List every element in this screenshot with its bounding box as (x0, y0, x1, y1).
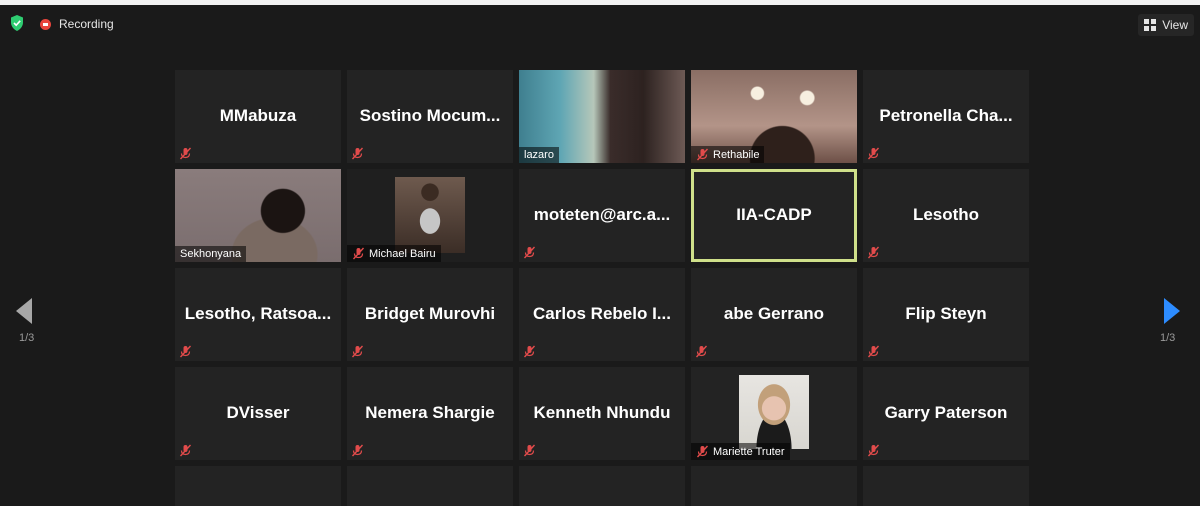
participant-tile[interactable]: MMabuza (175, 70, 341, 163)
participant-tile-partial[interactable] (175, 466, 341, 506)
participant-name: Nemera Shargie (365, 403, 495, 422)
participant-tile[interactable]: Sostino Mocum... (347, 70, 513, 163)
participant-name: Kenneth Nhundu (533, 403, 671, 422)
mic-muted-icon (867, 444, 880, 457)
chevron-left-icon (16, 298, 32, 324)
participant-name: moteten@arc.a... (533, 205, 671, 224)
view-label: View (1162, 18, 1188, 32)
mic-muted-icon (523, 345, 536, 358)
participant-name: Flip Steyn (905, 304, 987, 323)
participant-tile[interactable]: abe Gerrano (691, 268, 857, 361)
participant-tile-partial[interactable] (691, 466, 857, 506)
mic-muted-icon (351, 147, 364, 160)
participant-name: Mariette Truter (713, 445, 785, 458)
participant-video-tile[interactable]: lazaro (519, 70, 685, 163)
participant-name-tag: Rethabile (691, 146, 765, 163)
mic-muted-icon (696, 445, 709, 458)
mic-muted-icon (351, 444, 364, 457)
mic-muted-icon (179, 444, 192, 457)
participant-video-tile[interactable]: Mariette Truter (691, 367, 857, 460)
next-page-button[interactable]: 1/3 (1160, 298, 1190, 358)
participant-name: lazaro (524, 149, 554, 161)
participant-tile[interactable]: Kenneth Nhundu (519, 367, 685, 460)
meeting-topbar: Recording View (0, 5, 1200, 39)
participant-video-tile[interactable]: Michael Bairu (347, 169, 513, 262)
mic-muted-icon (352, 247, 365, 260)
mic-muted-icon (867, 147, 880, 160)
participant-video-tile[interactable]: Sekhonyana (175, 169, 341, 262)
participant-name: IIA-CADP (736, 205, 812, 224)
participant-tile[interactable]: DVisser (175, 367, 341, 460)
recording-label: Recording (59, 17, 114, 31)
participant-tile[interactable]: Garry Paterson (863, 367, 1029, 460)
mic-muted-icon (523, 444, 536, 457)
participant-name-tag: Michael Bairu (347, 245, 441, 262)
participant-name: DVisser (226, 403, 290, 422)
participant-tile[interactable]: Lesotho, Ratsoa... (175, 268, 341, 361)
participant-name: Carlos Rebelo I... (533, 304, 671, 323)
participant-name: Michael Bairu (369, 247, 436, 260)
participant-name: Sostino Mocum... (359, 106, 501, 125)
video-frame (395, 177, 465, 253)
participant-name-tag: lazaro (519, 147, 559, 163)
shield-check-icon[interactable] (10, 15, 24, 31)
participant-name: Sekhonyana (180, 248, 242, 260)
mic-muted-icon (696, 148, 709, 161)
chevron-right-icon (1164, 298, 1180, 324)
participant-name: Garry Paterson (884, 403, 1008, 422)
participant-name: Lesotho (912, 205, 980, 224)
participant-tile[interactable]: Bridget Murovhi (347, 268, 513, 361)
participant-name: Bridget Murovhi (364, 304, 496, 323)
page-indicator-right: 1/3 (1160, 332, 1176, 344)
grid-icon (1144, 19, 1157, 31)
participant-video-tile[interactable]: Rethabile (691, 70, 857, 163)
participant-name-tag: Mariette Truter (691, 443, 790, 460)
participant-tile-partial[interactable] (519, 466, 685, 506)
participant-tile-partial[interactable] (863, 466, 1029, 506)
mic-muted-icon (523, 246, 536, 259)
participant-name: Rethabile (713, 148, 760, 161)
mic-muted-icon (867, 246, 880, 259)
mic-muted-icon (179, 345, 192, 358)
participant-tile[interactable]: Nemera Shargie (347, 367, 513, 460)
active-speaker-tile[interactable]: IIA-CADP (691, 169, 857, 262)
participant-tile[interactable]: Lesotho (863, 169, 1029, 262)
participant-name: MMabuza (219, 106, 297, 125)
view-button[interactable]: View (1138, 14, 1194, 36)
participant-name: Lesotho, Ratsoa... (184, 304, 332, 323)
mic-muted-icon (867, 345, 880, 358)
participant-name-tag: Sekhonyana (175, 246, 247, 262)
participant-name: Petronella Cha... (879, 106, 1013, 125)
recording-indicator[interactable]: Recording (40, 17, 114, 31)
participant-tile[interactable]: Flip Steyn (863, 268, 1029, 361)
video-frame (739, 375, 809, 449)
participant-tile[interactable]: Carlos Rebelo I... (519, 268, 685, 361)
mic-muted-icon (179, 147, 192, 160)
record-icon (40, 18, 51, 30)
page-indicator-left: 1/3 (19, 332, 35, 344)
participant-tile[interactable]: Petronella Cha... (863, 70, 1029, 163)
mic-muted-icon (351, 345, 364, 358)
participant-tile-partial[interactable] (347, 466, 513, 506)
participant-tile[interactable]: moteten@arc.a... (519, 169, 685, 262)
mic-muted-icon (695, 345, 708, 358)
participant-name: abe Gerrano (723, 304, 825, 323)
previous-page-button[interactable]: 1/3 (10, 298, 40, 358)
